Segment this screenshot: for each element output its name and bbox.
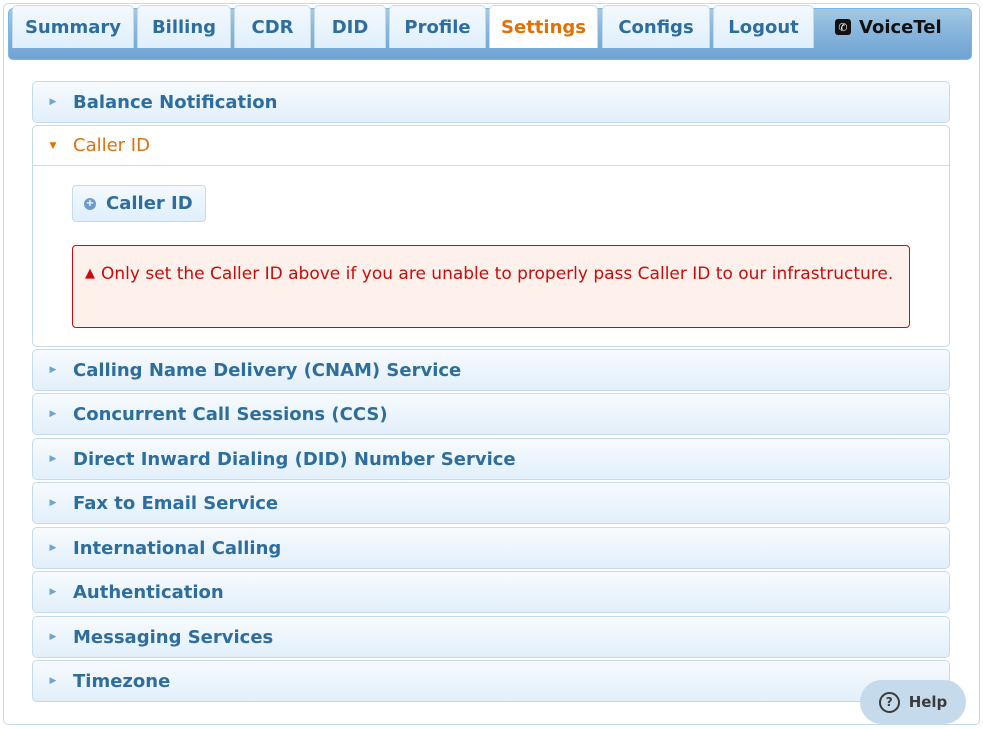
warning-text: Only set the Caller ID above if you are … (101, 264, 894, 284)
help-button[interactable]: ? Help (860, 680, 966, 724)
section-balance-notification[interactable]: ▶ Balance Notification (32, 81, 950, 123)
tab-logout[interactable]: Logout (713, 5, 814, 48)
caret-right-icon: ▶ (49, 97, 57, 107)
tab-did[interactable]: DID (314, 5, 386, 48)
caret-right-icon: ▶ (49, 498, 57, 508)
help-label: Help (908, 693, 948, 711)
section-label: Balance Notification (73, 91, 278, 113)
section-label: Authentication (73, 581, 224, 603)
section-label: Calling Name Delivery (CNAM) Service (73, 359, 462, 381)
brand-name: VoiceTel (859, 16, 942, 38)
question-mark-icon: ? (878, 691, 900, 713)
section-label: International Calling (73, 537, 282, 559)
section-label: Direct Inward Dialing (DID) Number Servi… (73, 448, 516, 470)
section-authentication[interactable]: ▶ Authentication (32, 571, 950, 613)
section-international-calling[interactable]: ▶ International Calling (32, 527, 950, 569)
section-label: Caller ID (73, 135, 150, 156)
caret-right-icon: ▶ (49, 676, 57, 686)
section-label: Timezone (73, 670, 171, 692)
section-ccs[interactable]: ▶ Concurrent Call Sessions (CCS) (32, 393, 950, 435)
add-caller-id-button[interactable]: + Caller ID (72, 185, 206, 222)
section-label: Messaging Services (73, 626, 274, 648)
section-timezone[interactable]: ▶ Timezone (32, 660, 950, 702)
tab-cdr[interactable]: CDR (234, 5, 311, 48)
caret-right-icon: ▶ (49, 587, 57, 597)
tab-profile[interactable]: Profile (389, 5, 486, 48)
section-messaging-services[interactable]: ▶ Messaging Services (32, 616, 950, 658)
caret-down-icon: ▼ (49, 140, 57, 151)
caret-right-icon: ▶ (49, 454, 57, 464)
caret-right-icon: ▶ (49, 543, 57, 553)
section-caller-id[interactable]: ▼ Caller ID (32, 125, 950, 166)
section-label: Concurrent Call Sessions (CCS) (73, 403, 388, 425)
tab-summary[interactable]: Summary (12, 5, 134, 48)
tab-billing[interactable]: Billing (137, 5, 231, 48)
section-cnam[interactable]: ▶ Calling Name Delivery (CNAM) Service (32, 349, 950, 391)
section-did[interactable]: ▶ Direct Inward Dialing (DID) Number Ser… (32, 438, 950, 480)
tab-configs[interactable]: Configs (602, 5, 710, 48)
brand-logo: ✆ VoiceTel (835, 14, 942, 40)
warning-icon: ▲ (85, 266, 95, 281)
tab-settings[interactable]: Settings (489, 5, 598, 48)
caret-right-icon: ▶ (49, 365, 57, 375)
caret-right-icon: ▶ (49, 409, 57, 419)
plus-circle-icon: + (84, 197, 96, 210)
phone-icon: ✆ (835, 19, 851, 35)
caller-id-warning: ▲ Only set the Caller ID above if you are… (72, 245, 910, 328)
section-fax-to-email[interactable]: ▶ Fax to Email Service (32, 482, 950, 524)
section-label: Fax to Email Service (73, 492, 279, 514)
add-caller-id-label: Caller ID (106, 193, 193, 214)
caret-right-icon: ▶ (49, 632, 57, 642)
